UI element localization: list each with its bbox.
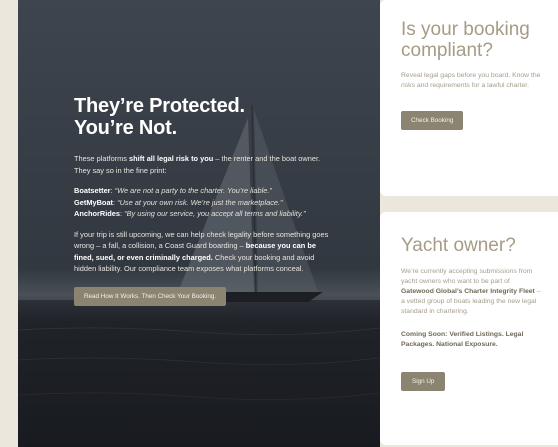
quote-boatsetter: Boatsetter: “We are not a party to the c…	[74, 186, 272, 195]
platform-quotes: Boatsetter: “We are not a party to the c…	[74, 185, 336, 220]
coming-soon-text: Coming Soon: Verified Listings. Legal Pa…	[401, 330, 524, 348]
read-how-it-works-button[interactable]: Read How It Works. Then Check Your Booki…	[74, 286, 227, 306]
quote-name: Boatsetter	[74, 186, 111, 195]
owner-text-pre: We’re currently accepting submissions fr…	[401, 267, 533, 285]
compliance-card-text: Reveal legal gaps before you board. Know…	[401, 72, 541, 89]
owner-card-text: We’re currently accepting submissions fr…	[401, 267, 541, 317]
quote-name: AnchorRides	[74, 209, 120, 218]
quote-getmyboat: GetMyBoat: “Use at your own risk. We’re …	[74, 197, 283, 207]
quote-name: GetMyBoat	[74, 197, 114, 207]
owner-card-title: Yacht owner?	[401, 235, 516, 256]
yacht-owner-card: Yacht owner? We’re currently accepting s…	[380, 212, 558, 445]
owner-text-bold: Gatewood Global’s Charter Integrity Flee…	[401, 287, 535, 295]
compliance-card-title: Is your booking compliant?	[401, 19, 530, 61]
intro-text-bold: shift all legal risk to you	[129, 154, 214, 163]
check-booking-button[interactable]: Check Booking	[401, 111, 464, 130]
booking-compliance-card: Is your booking compliant? Reveal legal …	[380, 0, 558, 196]
hero-title: They’re Protected. You’re Not.	[74, 95, 336, 139]
hero-title-line-2: You’re Not.	[74, 117, 177, 139]
intro-text-pre: These platforms	[74, 154, 130, 163]
hero-section: They’re Protected. You’re Not. These pla…	[18, 0, 380, 447]
quote-text: “By using our service, you accept all te…	[124, 209, 306, 218]
hero-title-line-1: They’re Protected.	[74, 95, 245, 117]
quote-anchorrides: AnchorRides: “By using our service, you …	[74, 209, 306, 218]
hero-intro-text: These platforms shift all legal risk to …	[74, 153, 336, 176]
quote-text: “We are not a party to the charter. You’…	[114, 186, 272, 195]
hero-body-text: If your trip is still upcoming, we can h…	[74, 229, 336, 275]
quote-text: “Use at your own risk. We’re just the ma…	[117, 197, 283, 207]
hero-content: They’re Protected. You’re Not. These pla…	[74, 95, 336, 306]
sign-up-button[interactable]: Sign Up	[401, 371, 446, 391]
